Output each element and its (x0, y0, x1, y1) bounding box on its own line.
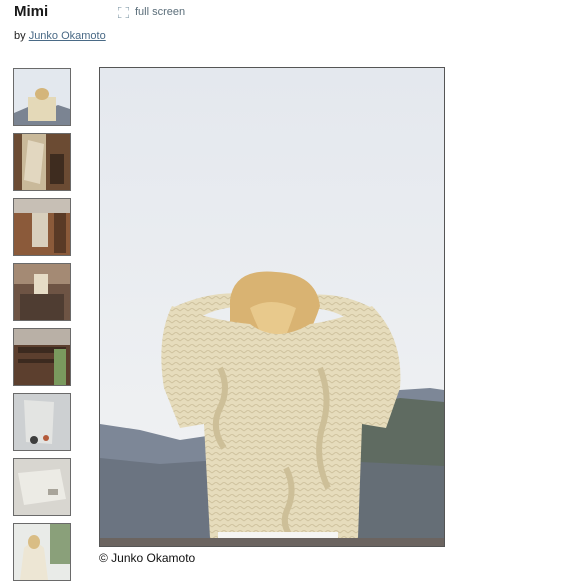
thumbnail-strip (13, 68, 71, 588)
thumbnail-2[interactable] (13, 133, 71, 191)
thumbnail-8[interactable] (13, 523, 71, 581)
thumbnail-3[interactable] (13, 198, 71, 256)
expand-icon (118, 6, 129, 18)
main-product-image[interactable] (99, 67, 445, 547)
byline-prefix: by (14, 30, 26, 42)
byline: by Junko Okamoto (14, 30, 106, 42)
fullscreen-label: full screen (135, 6, 186, 18)
thumbnail-5[interactable] (13, 328, 71, 386)
designer-link[interactable]: Junko Okamoto (29, 30, 106, 42)
thumbnail-6[interactable] (13, 393, 71, 451)
pattern-title: Mimi (14, 3, 49, 20)
thumbnail-4[interactable] (13, 263, 71, 321)
image-caption: © Junko Okamoto (99, 551, 196, 565)
fullscreen-button[interactable]: full screen (118, 6, 185, 18)
thumbnail-7[interactable] (13, 458, 71, 516)
thumbnail-1[interactable] (13, 68, 71, 126)
